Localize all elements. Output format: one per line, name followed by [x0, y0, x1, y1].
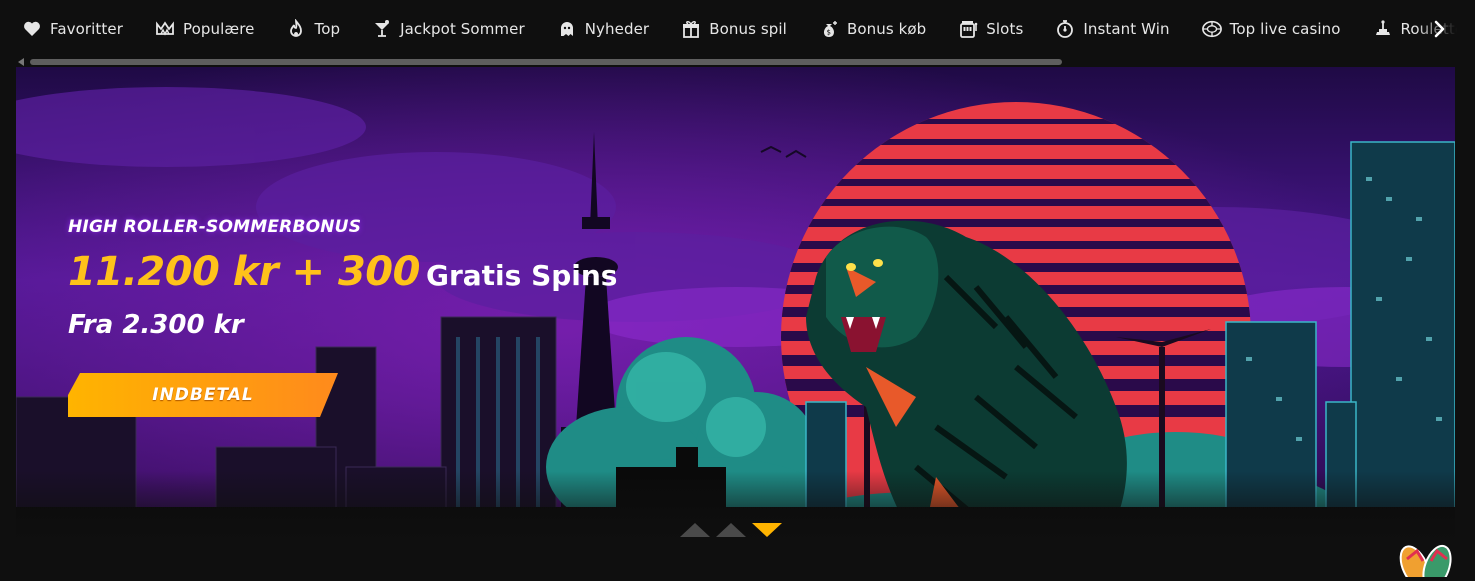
gift-icon — [681, 19, 701, 39]
category-nav: Favoritter Populære Top Jackpot Sommer N… — [0, 0, 1475, 58]
nav-item-bonus-spil[interactable]: Bonus spil — [681, 17, 787, 41]
flame-icon — [286, 19, 306, 39]
nav-item-label: Jackpot Sommer — [400, 20, 525, 38]
nav-item-instant-win[interactable]: Instant Win — [1055, 17, 1170, 41]
scrollbar-thumb[interactable] — [30, 59, 1062, 65]
slot-machine-icon — [958, 19, 978, 39]
crown-icon — [155, 19, 175, 39]
nav-item-bonus-koeb[interactable]: $ Bonus køb — [819, 17, 926, 41]
nav-item-label: Slots — [986, 20, 1024, 38]
svg-text:$: $ — [826, 29, 830, 37]
deposit-button[interactable]: INDBETAL — [68, 373, 338, 417]
nav-item-nyheder[interactable]: Nyheder — [557, 17, 649, 41]
promo-amount: 11.200 kr + 300 — [68, 249, 420, 295]
nav-item-label: Bonus spil — [709, 20, 787, 38]
banner-artwork — [16, 67, 1455, 541]
nav-item-label: Bonus køb — [846, 20, 927, 38]
promo-subline: Fra 2.300 kr — [68, 310, 244, 340]
chevron-right-icon — [1434, 20, 1445, 38]
poker-chip-icon — [1201, 19, 1222, 39]
nav-item-populaere[interactable]: Populære — [155, 17, 254, 41]
sandals-icon[interactable] — [1397, 537, 1457, 581]
slide-indicator-3[interactable] — [752, 523, 782, 537]
nav-item-label: Instant Win — [1083, 20, 1170, 38]
cocktail-icon — [372, 19, 392, 39]
slide-indicator-2[interactable] — [716, 523, 746, 537]
slide-indicator-1[interactable] — [680, 523, 710, 537]
nav-item-top-live-casino[interactable]: Top live casino — [1201, 17, 1341, 41]
promo-amount-suffix: Gratis Spins — [425, 259, 618, 292]
nav-item-slots[interactable]: Slots — [958, 17, 1023, 41]
money-bag-icon: $ — [819, 19, 839, 39]
category-nav-track: Favoritter Populære Top Jackpot Sommer N… — [22, 17, 1475, 41]
heart-icon — [22, 19, 42, 39]
ghost-icon — [557, 19, 577, 39]
nav-item-jackpot-sommer[interactable]: Jackpot Sommer — [372, 17, 525, 41]
roulette-icon — [1373, 19, 1393, 39]
nav-next-button[interactable] — [1429, 19, 1449, 39]
deposit-button-label: INDBETAL — [152, 385, 254, 405]
promo-banner[interactable]: HIGH ROLLER-SOMMERBONUS 11.200 kr + 300 G… — [16, 67, 1455, 541]
nav-item-label: Nyheder — [584, 20, 650, 38]
nav-item-label: Populære — [183, 20, 255, 38]
nav-item-top[interactable]: Top — [286, 17, 340, 41]
nav-item-favoritter[interactable]: Favoritter — [22, 17, 123, 41]
nav-item-label: Favoritter — [50, 20, 123, 38]
nav-item-label: Top live casino — [1229, 20, 1341, 38]
nav-item-label: Top — [314, 20, 341, 38]
nav-scrollbar[interactable] — [18, 57, 1063, 66]
scroll-left-arrow-icon[interactable] — [18, 58, 24, 66]
promo-eyebrow: HIGH ROLLER-SOMMERBONUS — [68, 217, 362, 237]
stopwatch-icon — [1055, 19, 1075, 39]
slide-indicators — [680, 523, 782, 537]
promo-headline: 11.200 kr + 300 Gratis Spins — [68, 249, 617, 295]
